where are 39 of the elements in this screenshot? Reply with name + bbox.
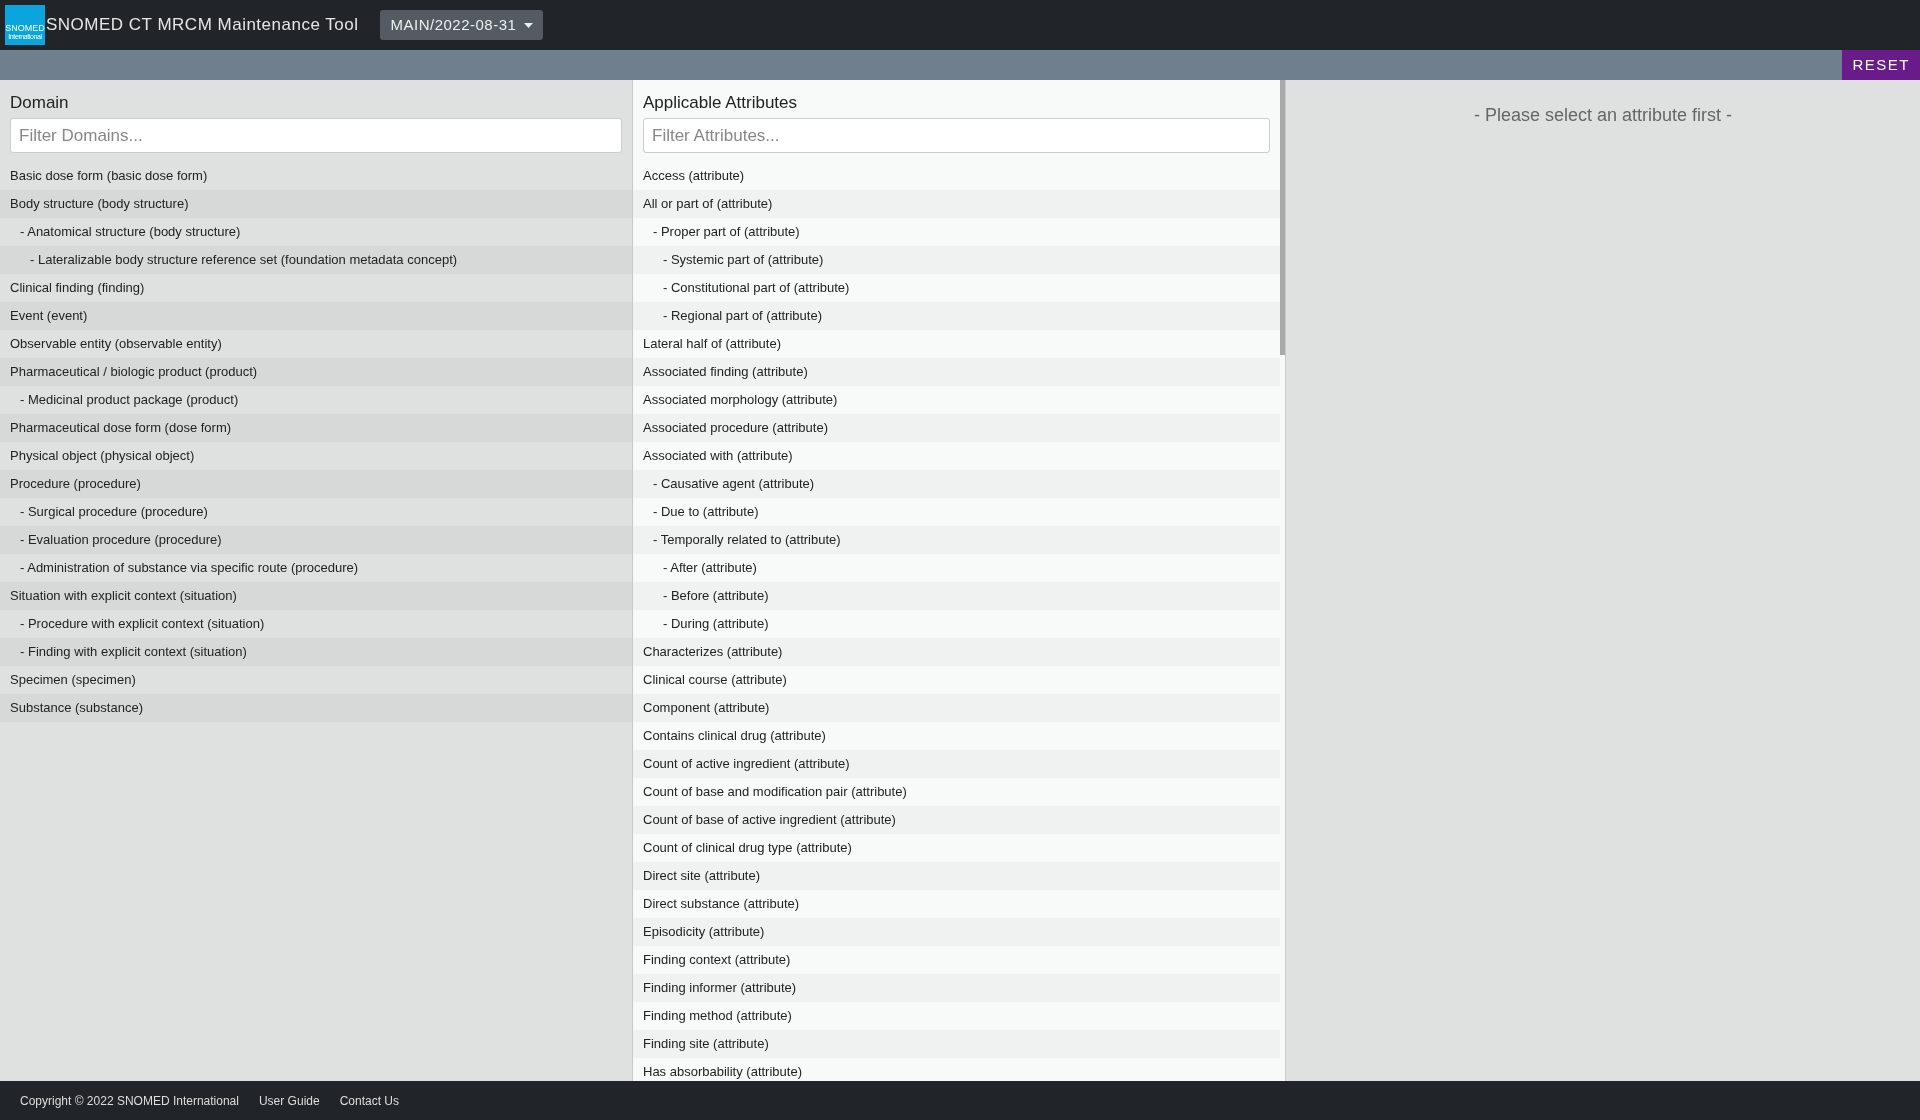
list-item[interactable]: Count of active ingredient (attribute) (633, 750, 1280, 778)
caret-icon (524, 22, 534, 28)
list-item[interactable]: - Before (attribute) (633, 582, 1280, 610)
list-item[interactable]: Situation with explicit context (situation) (0, 582, 632, 610)
list-item[interactable]: Associated procedure (attribute) (633, 414, 1280, 442)
list-item[interactable]: - Systemic part of (attribute) (633, 246, 1280, 274)
list-item[interactable]: Count of base of active ingredient (attribute) (633, 806, 1280, 834)
list-item[interactable]: Pharmaceutical / biologic product (product) (0, 358, 632, 386)
footer-link[interactable]: User Guide (258, 1091, 320, 1110)
footer-link[interactable]: Contact Us (339, 1091, 399, 1110)
list-item[interactable]: Episodicity (attribute) (633, 918, 1280, 946)
list-item[interactable]: Component (attribute) (633, 694, 1280, 722)
list-item[interactable]: Finding informer (attribute) (633, 974, 1280, 1002)
list-item[interactable]: - Finding with explicit context (situation) (0, 638, 632, 666)
logo-text: SNOMED (5, 23, 45, 33)
list-item[interactable]: - Regional part of (attribute) (633, 302, 1280, 330)
list-item[interactable]: - Evaluation procedure (procedure) (0, 526, 632, 554)
list-item[interactable]: Pharmaceutical dose form (dose form) (0, 414, 632, 442)
list-item[interactable]: Procedure (procedure) (0, 470, 632, 498)
list-item[interactable]: Characterizes (attribute) (633, 638, 1280, 666)
list-item[interactable]: Event (event) (0, 302, 632, 330)
list-item[interactable]: - Causative agent (attribute) (633, 470, 1280, 498)
copyright-text: Copyright © 2022 SNOMED International (20, 1092, 239, 1110)
list-item[interactable]: Direct site (attribute) (633, 862, 1280, 890)
list-item[interactable]: Substance (substance) (0, 694, 632, 722)
filter-field[interactable]: Filter Attributes... (643, 118, 1270, 153)
panel-title: Applicable Attributes (642, 92, 799, 114)
app-title: SNOMED CT MRCM Maintenance Tool (46, 14, 359, 37)
panel-title: Domain (9, 92, 70, 114)
list-item[interactable]: All or part of (attribute) (633, 190, 1280, 218)
list-item[interactable]: - Temporally related to (attribute) (633, 526, 1280, 554)
branch-dropdown[interactable]: MAIN/2022-08-31 (380, 10, 544, 40)
list-item[interactable]: Body structure (body structure) (0, 190, 632, 218)
list-item[interactable]: Associated finding (attribute) (633, 358, 1280, 386)
list-item[interactable]: Finding site (attribute) (633, 1030, 1280, 1058)
filter-field[interactable]: Filter Domains... (10, 118, 622, 153)
list-item[interactable]: - Lateralizable body structure reference set (foundation metadata concept) (0, 246, 632, 274)
reset-button[interactable]: RESET (1842, 50, 1920, 80)
empty-message: - Please select an attribute first - (1473, 104, 1733, 126)
